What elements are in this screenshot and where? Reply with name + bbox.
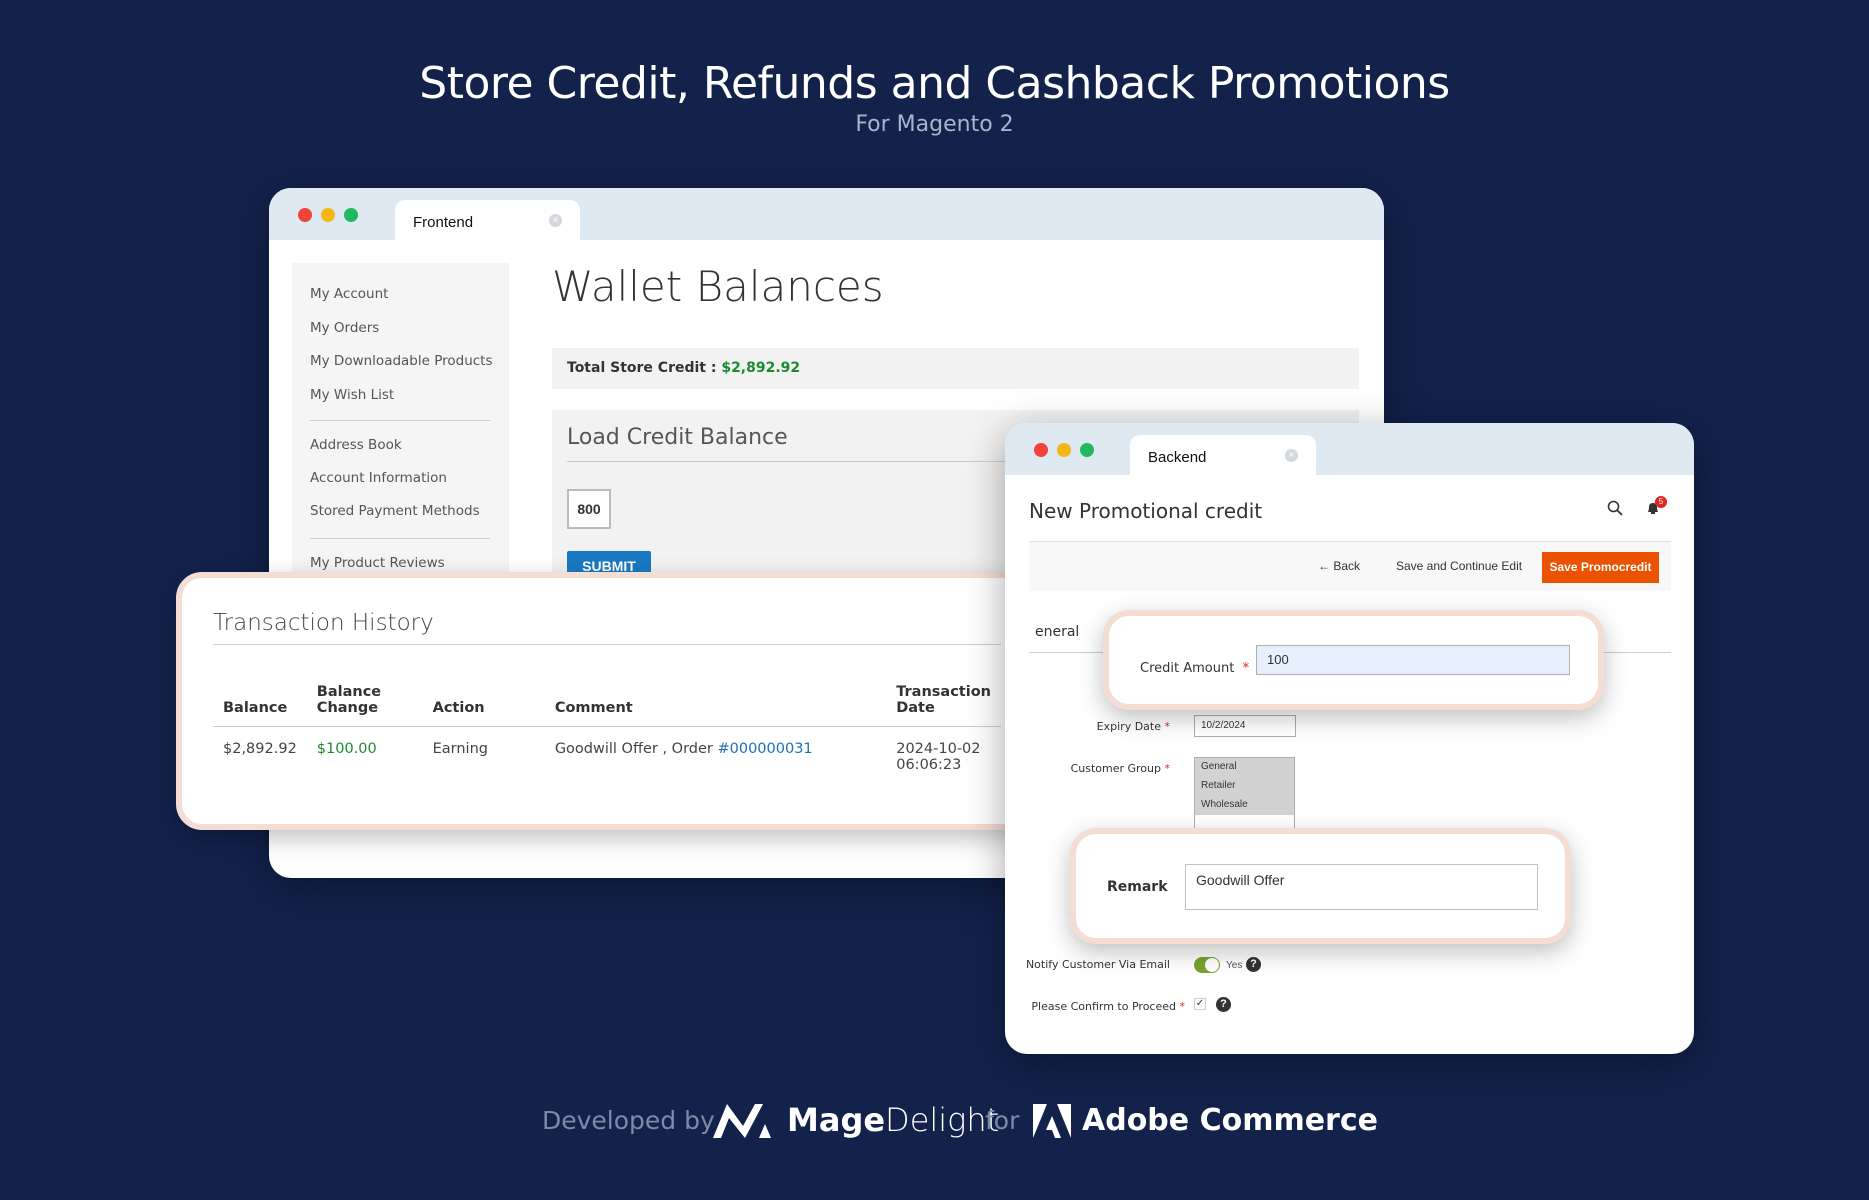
for-text: for	[985, 1106, 1020, 1135]
cell-comment: Goodwill Offer , Order #000000031	[545, 727, 886, 788]
sidebar-item-my-orders[interactable]: My Orders	[310, 320, 379, 336]
sidebar-item-account-info[interactable]: Account Information	[310, 470, 447, 486]
divider	[310, 538, 490, 539]
sidebar-item-payment-methods[interactable]: Stored Payment Methods	[310, 503, 480, 519]
search-icon[interactable]	[1607, 500, 1623, 516]
table-row: $2,892.92 $100.00 Earning Goodwill Offer…	[213, 727, 1001, 788]
titlebar: Backend ×	[1005, 423, 1694, 475]
option-wholesale[interactable]: Wholesale	[1195, 796, 1294, 815]
sidebar-item-my-account[interactable]: My Account	[310, 286, 388, 302]
remark-label: Remark	[1107, 879, 1168, 895]
help-icon[interactable]: ?	[1246, 957, 1261, 972]
header-comment: Comment	[554, 700, 633, 716]
sidebar-item-address-book[interactable]: Address Book	[310, 437, 402, 453]
close-tab-icon[interactable]: ×	[1285, 449, 1298, 462]
customer-group-label: Customer Group *	[1070, 762, 1170, 775]
notify-label: Notify Customer Via Email	[1025, 958, 1170, 971]
transaction-title: Transaction History	[213, 610, 434, 636]
tab-frontend[interactable]: Frontend ×	[395, 200, 580, 240]
transaction-history-card: Transaction History Balance Balance Chan…	[176, 572, 1037, 830]
credit-amount-input[interactable]: 800	[567, 489, 611, 529]
credit-amount-input[interactable]: 100	[1256, 645, 1570, 675]
titlebar: Frontend ×	[269, 188, 1384, 240]
tab-backend[interactable]: Backend ×	[1130, 435, 1316, 475]
notification-badge: 5	[1655, 496, 1667, 508]
total-label: Total Store Credit :	[567, 360, 717, 376]
help-icon[interactable]: ?	[1216, 997, 1231, 1012]
load-credit-title: Load Credit Balance	[567, 425, 788, 450]
header-balance: Balance	[223, 700, 288, 716]
developed-by-text: Developed by	[542, 1106, 715, 1135]
divider	[213, 644, 1001, 645]
backend-window: Backend × New Promotional credit 5 ← Back…	[1005, 423, 1694, 1054]
magedelight-logo-icon	[713, 1104, 771, 1138]
wallet-title: Wallet Balances	[552, 262, 884, 311]
cell-action: Earning	[432, 741, 488, 757]
date-text: 2024-10-02	[896, 741, 981, 757]
tab-label: Backend	[1148, 449, 1207, 466]
backend-title: New Promotional credit	[1029, 499, 1263, 523]
order-link[interactable]: #000000031	[717, 741, 812, 757]
close-dot[interactable]	[1034, 443, 1048, 457]
cell-change: $100.00	[316, 741, 377, 757]
sidebar-item-product-reviews[interactable]: My Product Reviews	[310, 555, 445, 571]
sidebar-item-wish-list[interactable]: My Wish List	[310, 387, 394, 403]
total-value: $2,892.92	[721, 360, 801, 376]
back-label: Back	[1333, 559, 1361, 573]
header-balance-change: Balance Change	[316, 684, 382, 716]
magedelight-wordmark: MageDelight	[787, 1101, 1000, 1139]
back-button[interactable]: ← Back	[1318, 559, 1360, 573]
credit-amount-card: Credit Amount * 100	[1103, 610, 1604, 710]
divider	[310, 420, 490, 421]
page-subtitle: For Magento 2	[855, 112, 1014, 137]
maximize-dot[interactable]	[344, 208, 358, 222]
adobe-commerce-wordmark: Adobe Commerce	[1082, 1103, 1378, 1138]
sidebar-item-downloadable[interactable]: My Downloadable Products	[310, 353, 493, 369]
remark-textarea[interactable]: Goodwill Offer	[1185, 864, 1538, 910]
confirm-checkbox[interactable]: ✓	[1194, 998, 1206, 1010]
minimize-dot[interactable]	[1057, 443, 1071, 457]
expiry-label: Expiry Date *	[1096, 720, 1170, 733]
tab-label: Frontend	[413, 214, 474, 231]
header-action: Action	[432, 700, 485, 716]
save-continue-button[interactable]: Save and Continue Edit	[1396, 559, 1522, 573]
customer-group-select[interactable]: General Retailer Wholesale	[1194, 757, 1295, 829]
notify-toggle[interactable]	[1194, 957, 1220, 973]
cell-date: 2024-10-02 06:06:23	[886, 727, 1001, 788]
total-store-credit: Total Store Credit : $2,892.92	[552, 348, 1359, 389]
action-bar: ← Back Save and Continue Edit Save Promo…	[1029, 542, 1671, 591]
cell-balance: $2,892.92	[223, 741, 297, 757]
close-tab-icon[interactable]: ×	[549, 214, 562, 227]
adobe-logo-icon	[1033, 1104, 1071, 1138]
confirm-label: Please Confirm to Proceed *	[1031, 1000, 1185, 1013]
close-dot[interactable]	[298, 208, 312, 222]
save-promocredit-button[interactable]: Save Promocredit	[1542, 552, 1659, 583]
expiry-date-input[interactable]: 10/2/2024	[1194, 715, 1296, 737]
transaction-table: Balance Balance Change Action Comment Tr…	[213, 684, 1001, 787]
remark-card: Remark Goodwill Offer	[1070, 828, 1571, 944]
credit-amount-label: Credit Amount *	[1140, 661, 1250, 676]
minimize-dot[interactable]	[321, 208, 335, 222]
maximize-dot[interactable]	[1080, 443, 1094, 457]
header-transaction-date: Transaction Date	[896, 684, 991, 716]
tab-general[interactable]: eneral	[1035, 624, 1079, 640]
account-sidebar: My Account My Orders My Downloadable Pro…	[292, 263, 509, 593]
option-retailer[interactable]: Retailer	[1195, 777, 1294, 796]
notify-value: Yes	[1226, 960, 1243, 971]
page-title: Store Credit, Refunds and Cashback Promo…	[419, 58, 1450, 109]
comment-text: Goodwill Offer , Order	[554, 741, 718, 757]
time-text: 06:06:23	[896, 757, 962, 773]
option-general[interactable]: General	[1195, 758, 1294, 777]
